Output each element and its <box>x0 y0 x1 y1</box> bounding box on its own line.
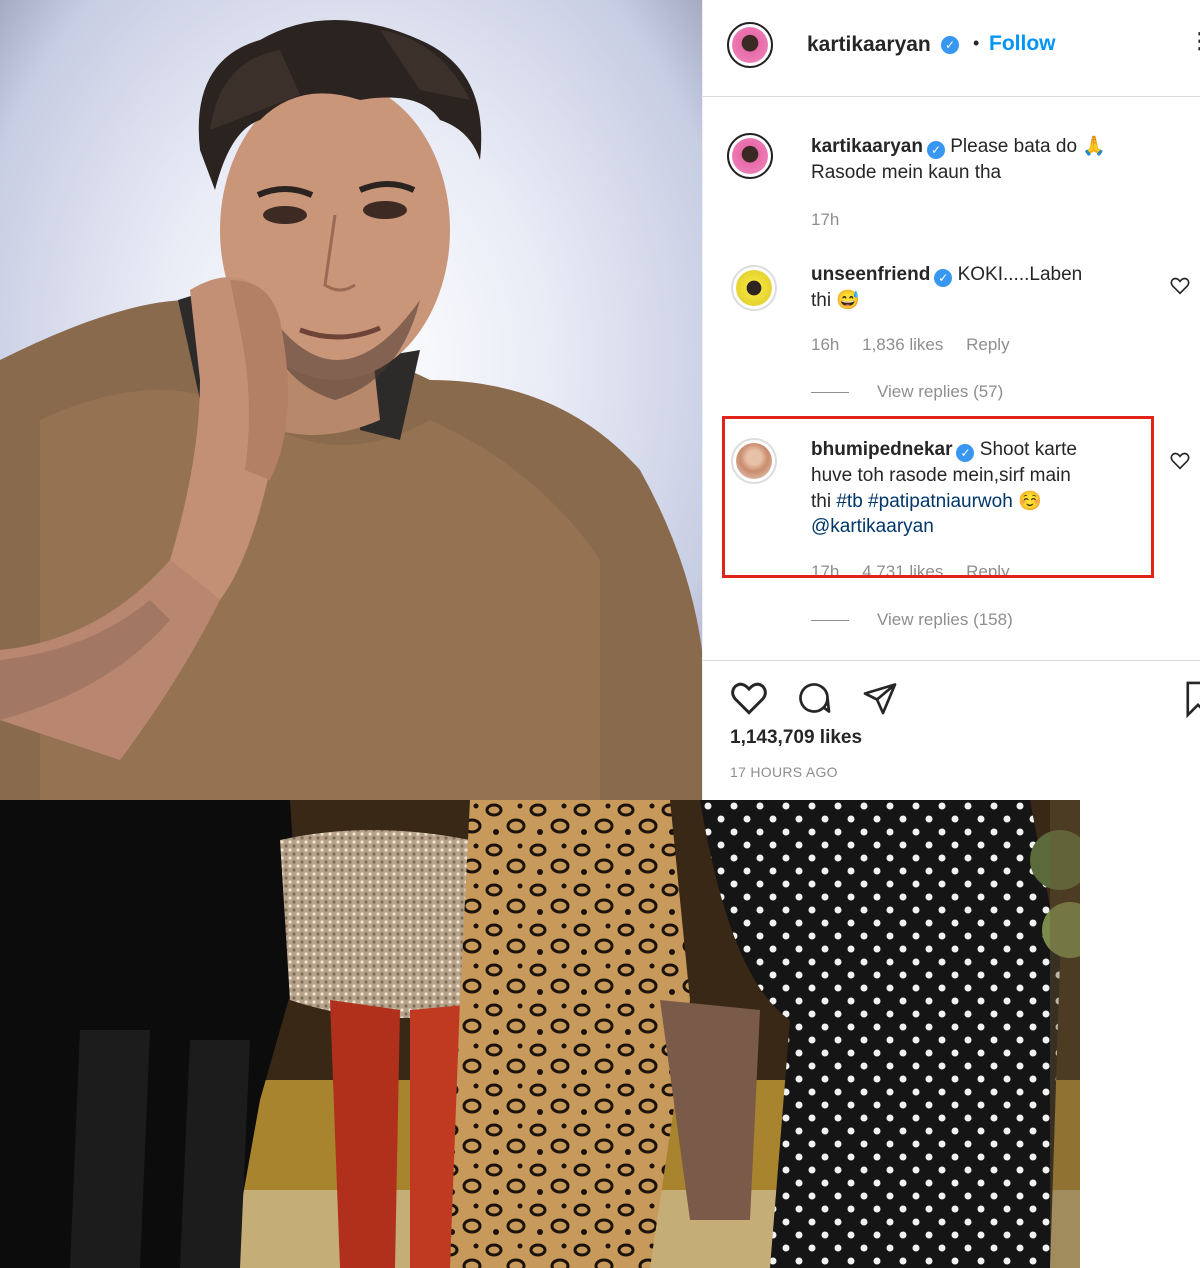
divider-line <box>811 392 849 394</box>
comment-icon[interactable] <box>795 680 833 716</box>
group-photo <box>0 800 1080 1268</box>
post-timestamp: 17 HOURS AGO <box>730 764 838 780</box>
divider-line <box>811 620 849 622</box>
author-username[interactable]: kartikaaryan <box>807 33 931 57</box>
like-heart-icon[interactable] <box>729 680 769 716</box>
verified-badge-icon: ✓ <box>934 269 953 287</box>
comment-line-2: thi 😅 <box>811 290 861 311</box>
comment-avatar[interactable] <box>731 265 777 311</box>
comment-likes[interactable]: 1,836 likes <box>862 335 943 354</box>
group-photo-illustration <box>0 800 1080 1268</box>
post-sidebar: kartikaaryan ✓ • Follow ⋮ kartikaaryan ✓ … <box>702 0 1200 800</box>
post-header: kartikaaryan ✓ • Follow ⋮ <box>703 0 1200 97</box>
verified-badge-icon: ✓ <box>926 141 945 159</box>
comment-line-1: unseenfriend ✓ KOKI.....Laben <box>811 262 1082 287</box>
view-replies-label: View replies (57) <box>877 382 1004 401</box>
save-bookmark-icon[interactable] <box>1183 680 1200 718</box>
comment-username[interactable]: unseenfriend <box>811 264 930 285</box>
action-bar-divider <box>703 660 1200 661</box>
view-replies-button[interactable]: View replies (57) <box>811 382 1003 402</box>
author-avatar[interactable] <box>727 22 773 68</box>
header-separator: • <box>973 33 980 53</box>
post-image[interactable] <box>0 0 702 800</box>
more-icon[interactable]: ⋮ <box>1189 30 1200 52</box>
reply-button[interactable]: Reply <box>966 335 1009 354</box>
verified-badge-icon: ✓ <box>941 36 959 54</box>
caption-line-1: kartikaaryan ✓ Please bata do 🙏 <box>811 134 1106 159</box>
follow-button[interactable]: Follow <box>989 32 1056 56</box>
comment-text: KOKI.....Laben <box>957 264 1083 285</box>
comment-highlight-box <box>722 416 1154 578</box>
comment-like-heart-icon[interactable] <box>1169 450 1191 472</box>
caption-line-2: Rasode mein kaun tha <box>811 162 1002 183</box>
comment-like-heart-icon[interactable] <box>1169 275 1191 297</box>
caption-avatar[interactable] <box>727 133 773 179</box>
caption-time: 17h <box>811 210 840 229</box>
view-replies-label: View replies (158) <box>877 610 1013 629</box>
portrait-illustration <box>0 20 702 800</box>
comment-meta: 16h 1,836 likes Reply <box>811 335 1028 355</box>
caption-text: Please bata do 🙏 <box>950 136 1106 157</box>
view-replies-button[interactable]: View replies (158) <box>811 610 1013 630</box>
like-count[interactable]: 1,143,709 likes <box>730 727 862 749</box>
caption-username[interactable]: kartikaaryan <box>811 136 923 157</box>
comment-time: 16h <box>811 335 840 354</box>
share-icon[interactable] <box>861 680 899 716</box>
